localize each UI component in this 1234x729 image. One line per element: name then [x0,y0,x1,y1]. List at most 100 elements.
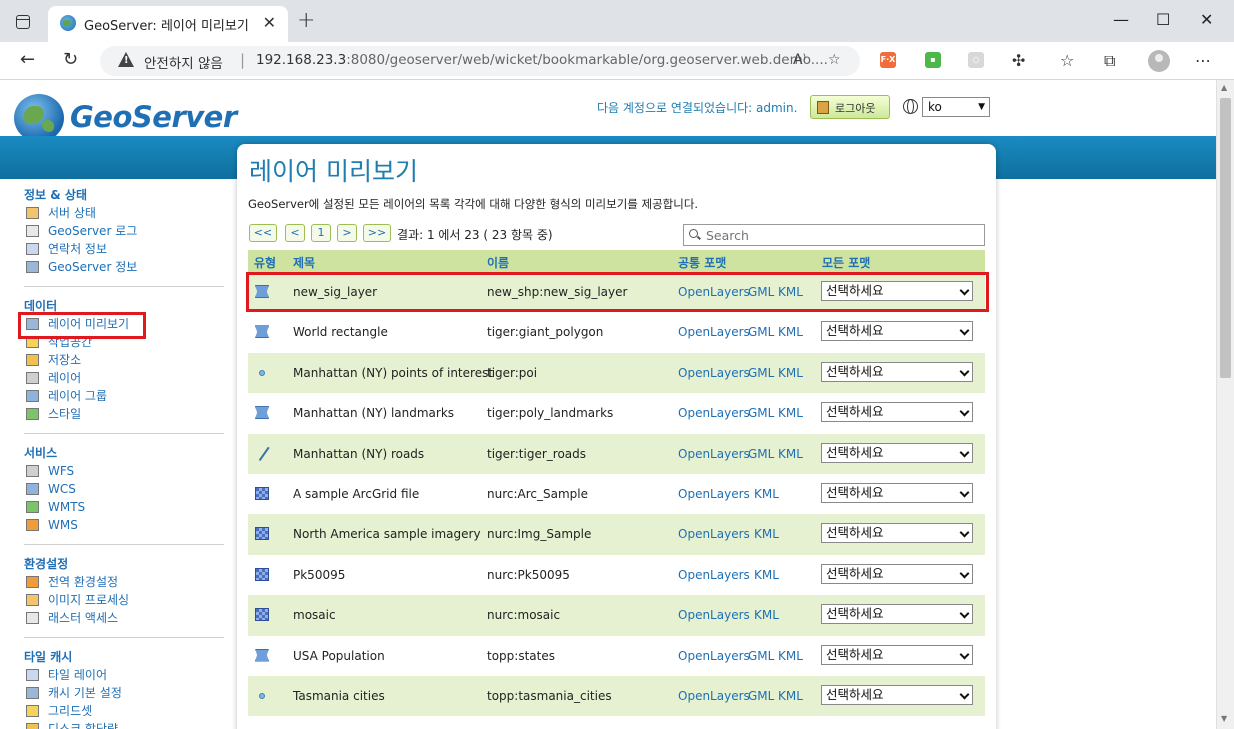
minimize-button[interactable]: — [1113,10,1129,29]
format-link-kml[interactable]: KML [754,527,779,541]
maximize-button[interactable]: ☐ [1156,10,1170,29]
sidebar-item[interactable]: 스타일 [24,405,224,423]
search-field[interactable] [683,224,985,246]
sidebar-item[interactable]: WMTS [24,498,224,516]
sidebar-item[interactable]: 타일 레이어 [24,666,224,684]
sidebar-item[interactable]: 레이어 [24,369,224,387]
collections-icon[interactable]: ⧉ [1104,51,1115,71]
format-link-openlayers[interactable]: OpenLayers [678,366,750,380]
column-type[interactable]: 유형 [254,254,276,271]
pager-prev-button[interactable]: < [285,224,305,242]
annotation-highlight-layer-preview [18,312,146,339]
format-link-kml[interactable]: KML [778,649,803,663]
all-formats-select[interactable]: 선택하세요 [821,563,973,584]
all-formats-select[interactable]: 선택하세요 [821,482,973,503]
close-window-button[interactable]: ✕ [1200,10,1213,29]
column-title[interactable]: 제목 [293,254,315,271]
format-link-gml[interactable]: GML [748,406,774,420]
pager-first-button[interactable]: << [249,224,277,242]
refresh-icon[interactable]: ↻ [63,49,78,70]
pager-last-button[interactable]: >> [363,224,391,242]
tab-title: GeoServer: 레이어 미리보기 [84,19,249,34]
all-formats-select[interactable]: 선택하세요 [821,523,973,544]
format-link-kml[interactable]: KML [754,487,779,501]
format-link-gml[interactable]: GML [748,366,774,380]
sidebar-item[interactable]: 캐시 기본 설정 [24,684,224,702]
sidebar-item[interactable]: 디스크 할당량 [24,720,224,729]
pager-page-button[interactable]: 1 [311,224,331,242]
format-link-openlayers[interactable]: OpenLayers [678,447,750,461]
new-tab-button[interactable]: + [297,8,315,33]
format-link-openlayers[interactable]: OpenLayers [678,487,750,501]
format-link-kml[interactable]: KML [778,325,803,339]
all-formats-select[interactable]: 선택하세요 [821,644,973,665]
sidebar-item[interactable]: WCS [24,480,224,498]
page-scrollbar[interactable]: ▲ ▼ [1216,80,1234,729]
sidebar-item[interactable]: 그리드셋 [24,702,224,720]
not-secure-label[interactable]: 안전하지 않음 [144,52,223,72]
logout-button[interactable]: 로그아웃 [810,95,890,119]
format-link-openlayers[interactable]: OpenLayers [678,325,750,339]
extensions-puzzle-icon[interactable]: ✣ [1012,51,1025,70]
sidebar-item[interactable]: 연락처 정보 [24,240,224,258]
tab-close-icon[interactable]: ✕ [263,13,276,32]
format-link-gml[interactable]: GML [748,689,774,703]
back-arrow-icon[interactable]: ← [20,49,35,70]
layer-name: nurc:Arc_Sample [487,486,588,501]
all-formats-select[interactable]: 선택하세요 [821,361,973,382]
more-menu-icon[interactable]: ⋯ [1195,51,1211,70]
scroll-thumb[interactable] [1220,98,1231,378]
sidebar-item[interactable]: 저장소 [24,351,224,369]
sidebar-item[interactable]: 레이어 그룹 [24,387,224,405]
scroll-up-icon[interactable]: ▲ [1221,83,1227,92]
format-link-kml[interactable]: KML [778,689,803,703]
browser-tab[interactable]: GeoServer: 레이어 미리보기 ✕ [48,6,288,42]
format-link-openlayers[interactable]: OpenLayers [678,527,750,541]
read-aloud-icon[interactable]: A⁾ [793,52,806,68]
sidebar-item[interactable]: GeoServer 정보 [24,258,224,276]
all-formats-select[interactable]: 선택하세요 [821,684,973,705]
format-link-openlayers[interactable]: OpenLayers [678,608,750,622]
all-formats-select[interactable]: 선택하세요 [821,402,973,423]
scroll-down-icon[interactable]: ▼ [1221,714,1227,723]
tab-actions-icon[interactable] [16,15,30,29]
url-text[interactable]: 192.168.23.3:8080/geoserver/web/wicket/b… [256,52,828,68]
all-formats-select[interactable]: 선택하세요 [821,321,973,342]
format-link-kml[interactable]: KML [778,406,803,420]
profile-avatar[interactable] [1148,50,1170,72]
green-extension-icon[interactable]: ▪ [925,52,941,68]
format-link-openlayers[interactable]: OpenLayers [678,406,750,420]
sidebar-item-label: WFS [48,464,75,478]
sidebar-item[interactable]: WMS [24,516,224,534]
language-select[interactable]: ko ▼ [922,97,990,117]
format-link-openlayers[interactable]: OpenLayers [678,568,750,582]
result-count: 결과: 1 에서 23 ( 23 항목 중) [397,228,553,242]
add-favorite-icon[interactable]: ☆ [828,52,841,68]
pager-next-button[interactable]: > [337,224,357,242]
search-input[interactable] [706,227,976,243]
column-name[interactable]: 이름 [487,254,509,271]
favorites-icon[interactable]: ☆ [1060,51,1074,70]
sidebar-item[interactable]: WFS [24,462,224,480]
format-link-kml[interactable]: KML [754,608,779,622]
all-formats-select[interactable]: 선택하세요 [821,442,973,463]
format-link-openlayers[interactable]: OpenLayers [678,689,750,703]
sidebar-item[interactable]: 서버 상태 [24,204,224,222]
sidebar-item[interactable]: 래스터 액세스 [24,609,224,627]
all-formats-select[interactable]: 선택하세요 [821,604,973,625]
format-link-gml[interactable]: GML [748,325,774,339]
sidebar-item[interactable]: 이미지 프로세싱 [24,591,224,609]
sidebar-item[interactable]: 전역 환경설정 [24,573,224,591]
geoserver-logo[interactable]: GeoServer [14,92,237,142]
format-link-openlayers[interactable]: OpenLayers [678,649,750,663]
sidebar-item[interactable]: GeoServer 로그 [24,222,224,240]
gray-extension-icon[interactable]: ○ [968,52,984,68]
format-link-kml[interactable]: KML [754,568,779,582]
address-bar[interactable]: 안전하지 않음 | 192.168.23.3:8080/geoserver/we… [100,46,860,76]
format-link-kml[interactable]: KML [778,366,803,380]
chevron-down-icon [959,447,970,458]
fx-extension-icon[interactable]: F·X [880,52,896,68]
format-link-gml[interactable]: GML [748,649,774,663]
format-link-gml[interactable]: GML [748,447,774,461]
format-link-kml[interactable]: KML [778,447,803,461]
